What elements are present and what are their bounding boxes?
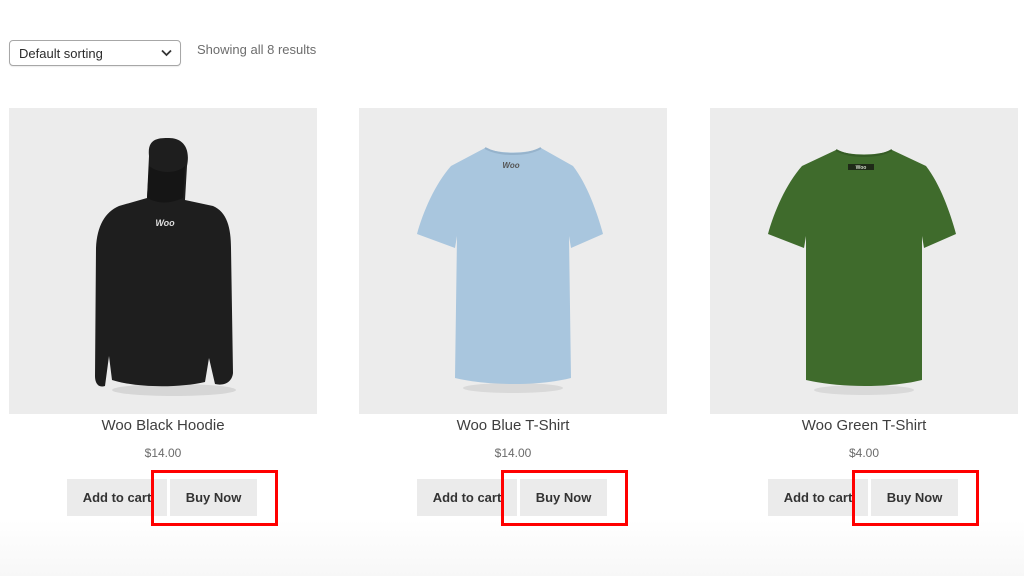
add-to-cart-button[interactable]: Add to cart	[768, 479, 868, 516]
page-bottom-fade	[0, 520, 1024, 576]
product-image[interactable]: Woo	[359, 108, 667, 414]
hoodie-image: Woo	[95, 138, 236, 396]
sorting-selected-label: Default sorting	[19, 46, 103, 61]
add-to-cart-button[interactable]: Add to cart	[417, 479, 517, 516]
product-price: $4.00	[848, 446, 880, 460]
chevron-down-icon	[161, 49, 172, 57]
buy-now-button[interactable]: Buy Now	[871, 479, 958, 516]
woo-logo: Woo	[155, 218, 175, 228]
product-card-blue-tshirt: Woo Woo Blue T-Shirt $14.00 Add to cart …	[359, 108, 667, 528]
tshirt-image: Woo	[417, 147, 603, 393]
product-price: $14.00	[144, 446, 182, 460]
product-price: $14.00	[494, 446, 532, 460]
product-image[interactable]: Woo	[9, 108, 317, 414]
product-title[interactable]: Woo Black Hoodie	[9, 417, 317, 434]
product-image[interactable]: Woo	[710, 108, 1018, 414]
product-title[interactable]: Woo Green T-Shirt	[710, 417, 1018, 434]
sorting-dropdown[interactable]: Default sorting	[9, 40, 181, 66]
tshirt-image: Woo	[768, 149, 956, 395]
product-title[interactable]: Woo Blue T-Shirt	[359, 417, 667, 434]
product-card-black-hoodie: Woo Woo Black Hoodie $14.00 Add to cart …	[9, 108, 317, 528]
buy-now-button[interactable]: Buy Now	[170, 479, 257, 516]
woo-logo: Woo	[856, 165, 867, 171]
add-to-cart-button[interactable]: Add to cart	[67, 479, 167, 516]
product-card-green-tshirt: Woo Woo Green T-Shirt $4.00 Add to cart …	[710, 108, 1018, 528]
result-count: Showing all 8 results	[197, 42, 317, 57]
buy-now-button[interactable]: Buy Now	[520, 479, 607, 516]
woo-logo: Woo	[502, 161, 519, 170]
